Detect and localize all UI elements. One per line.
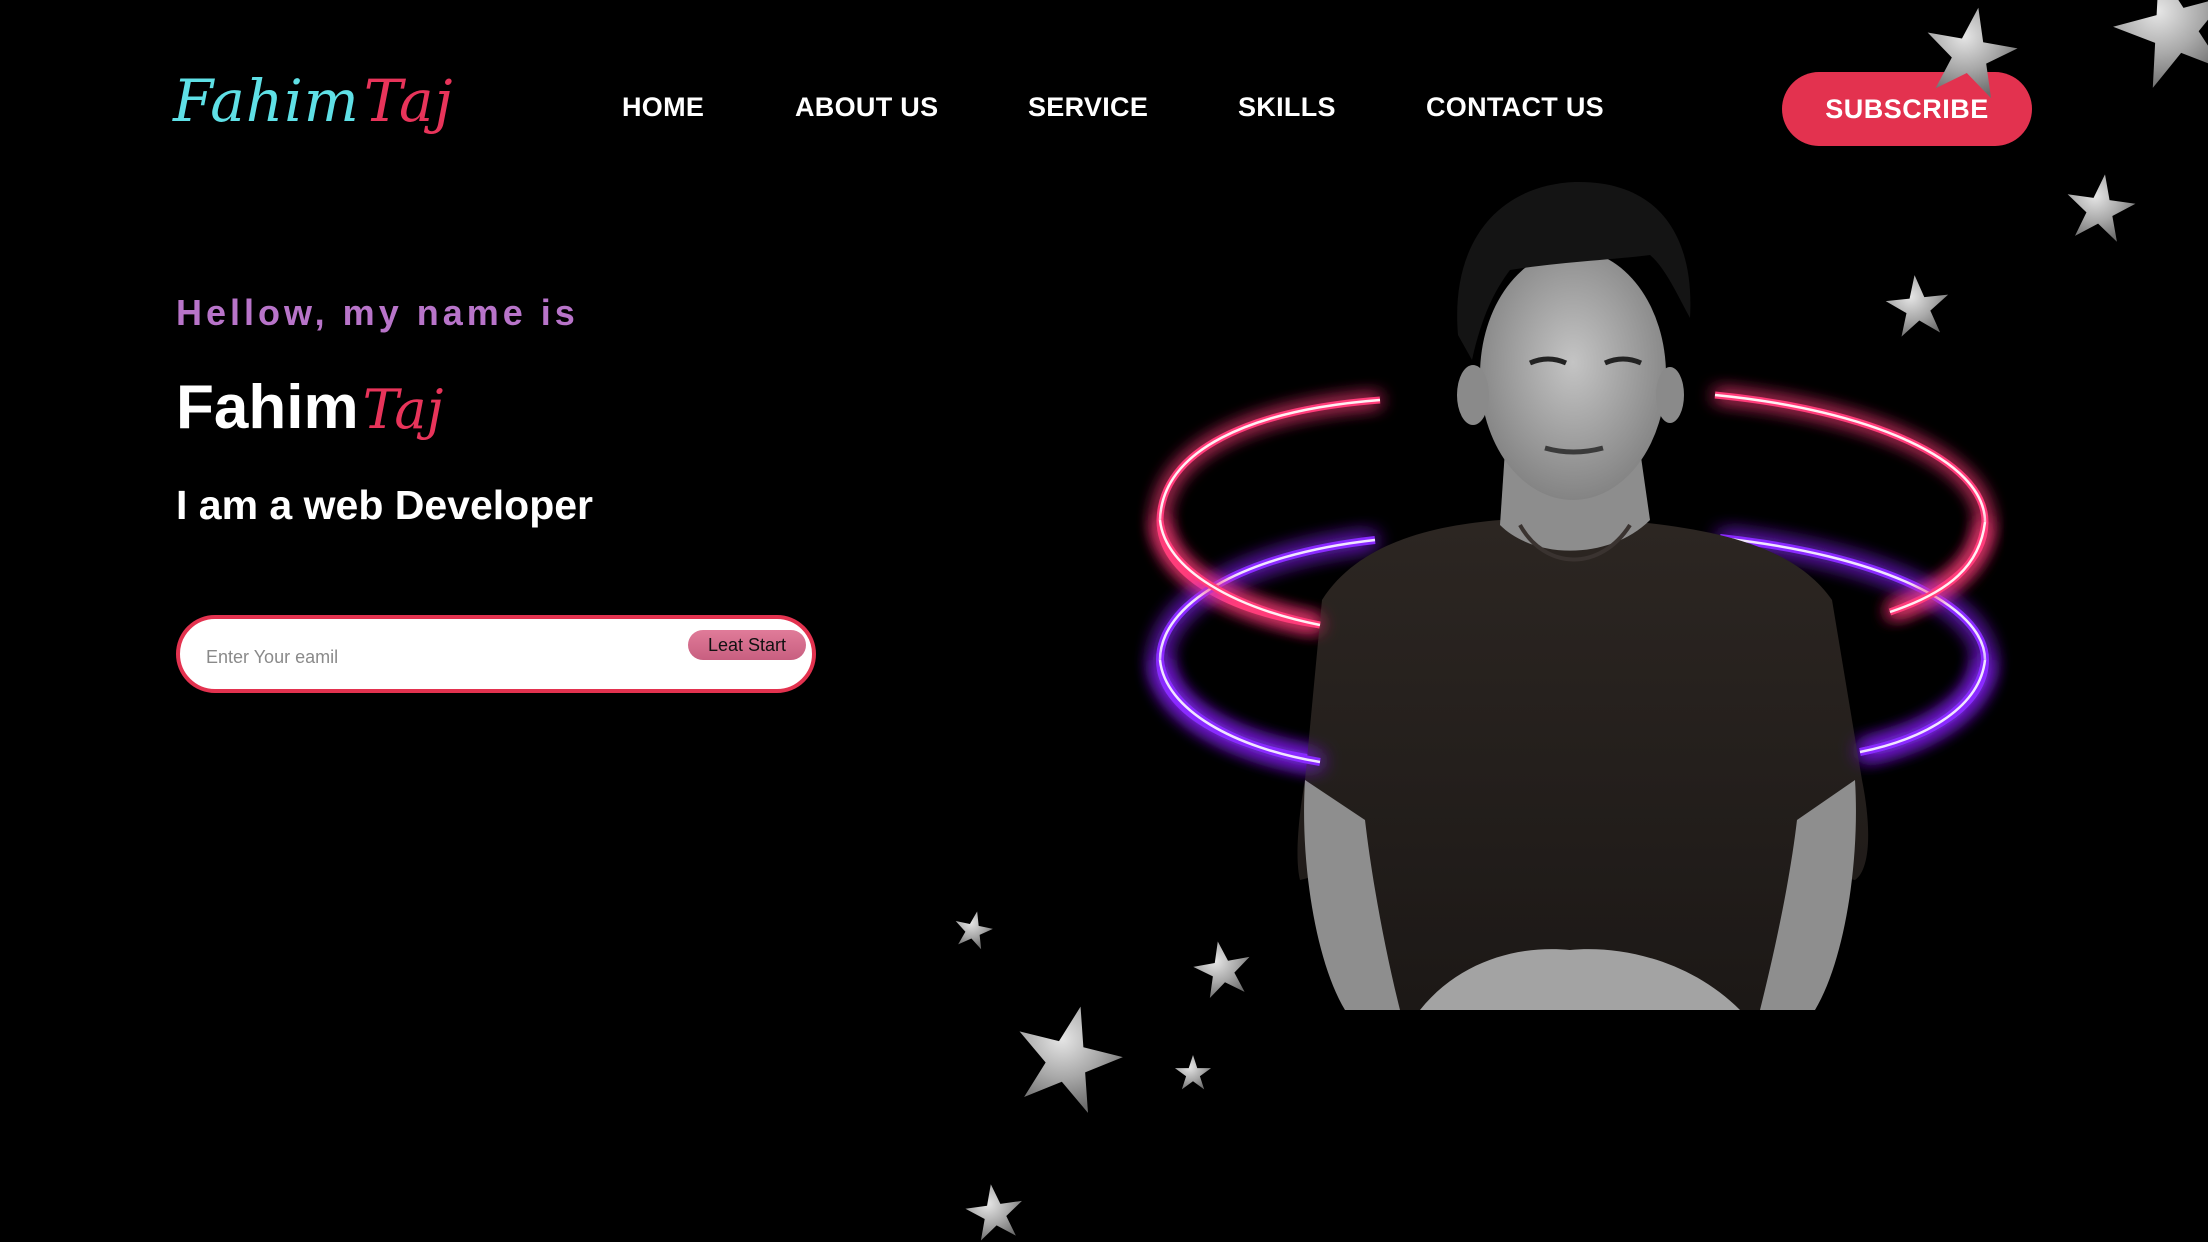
glitter-star-icon [2101, 0, 2208, 94]
glitter-star-icon [951, 907, 996, 951]
start-button[interactable]: Leat Start [688, 630, 806, 660]
glitter-star-icon [962, 1180, 1027, 1242]
hero-name-last: Taj [362, 378, 444, 441]
hero-name: FahimTaj [176, 372, 443, 443]
glitter-star-icon [1174, 1055, 1212, 1090]
hero-greeting: Hellow, my name is [176, 292, 579, 333]
hero-role: I am a web Developer [176, 482, 594, 528]
glitter-star-icon [2062, 169, 2139, 244]
glitter-star-icon [1189, 936, 1256, 1000]
developer-portrait [1297, 181, 1869, 1010]
glitter-star-icon [1004, 993, 1133, 1118]
email-signup-form: Leat Start [176, 615, 816, 693]
glitter-star-icon [1883, 271, 1953, 338]
hero-name-first: Fahim [176, 373, 359, 442]
glitter-star-icon [1918, 0, 2024, 102]
email-input[interactable] [204, 639, 648, 675]
